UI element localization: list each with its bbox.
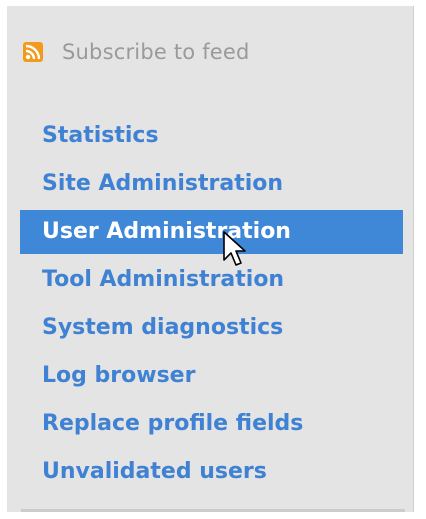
admin-menu: Statistics Site Administration User Admi…	[20, 114, 403, 498]
menu-item-unvalidated-users: Unvalidated users	[20, 450, 403, 498]
menu-item-user-administration: User Administration	[20, 210, 403, 258]
menu-item-tool-administration: Tool Administration	[20, 258, 403, 306]
menu-item-site-administration: Site Administration	[20, 162, 403, 210]
subscribe-feed-label: Subscribe to feed	[62, 40, 250, 64]
menu-link-user-administration[interactable]: User Administration	[20, 210, 403, 254]
menu-link-system-diagnostics[interactable]: System diagnostics	[20, 306, 403, 350]
menu-link-log-browser[interactable]: Log browser	[20, 354, 403, 398]
menu-item-system-diagnostics: System diagnostics	[20, 306, 403, 354]
panel-divider	[21, 509, 405, 512]
menu-link-unvalidated-users[interactable]: Unvalidated users	[20, 450, 403, 494]
menu-item-statistics: Statistics	[20, 114, 403, 162]
menu-link-site-administration[interactable]: Site Administration	[20, 162, 403, 206]
subscribe-feed-link[interactable]: Subscribe to feed	[23, 38, 250, 66]
menu-link-statistics[interactable]: Statistics	[20, 114, 403, 158]
menu-item-log-browser: Log browser	[20, 354, 403, 402]
admin-sidebar-panel: Subscribe to feed Statistics Site Admini…	[7, 6, 414, 512]
menu-link-tool-administration[interactable]: Tool Administration	[20, 258, 403, 302]
menu-item-replace-profile-fields: Replace profile fields	[20, 402, 403, 450]
rss-icon	[23, 42, 43, 62]
menu-link-replace-profile-fields[interactable]: Replace profile fields	[20, 402, 403, 446]
